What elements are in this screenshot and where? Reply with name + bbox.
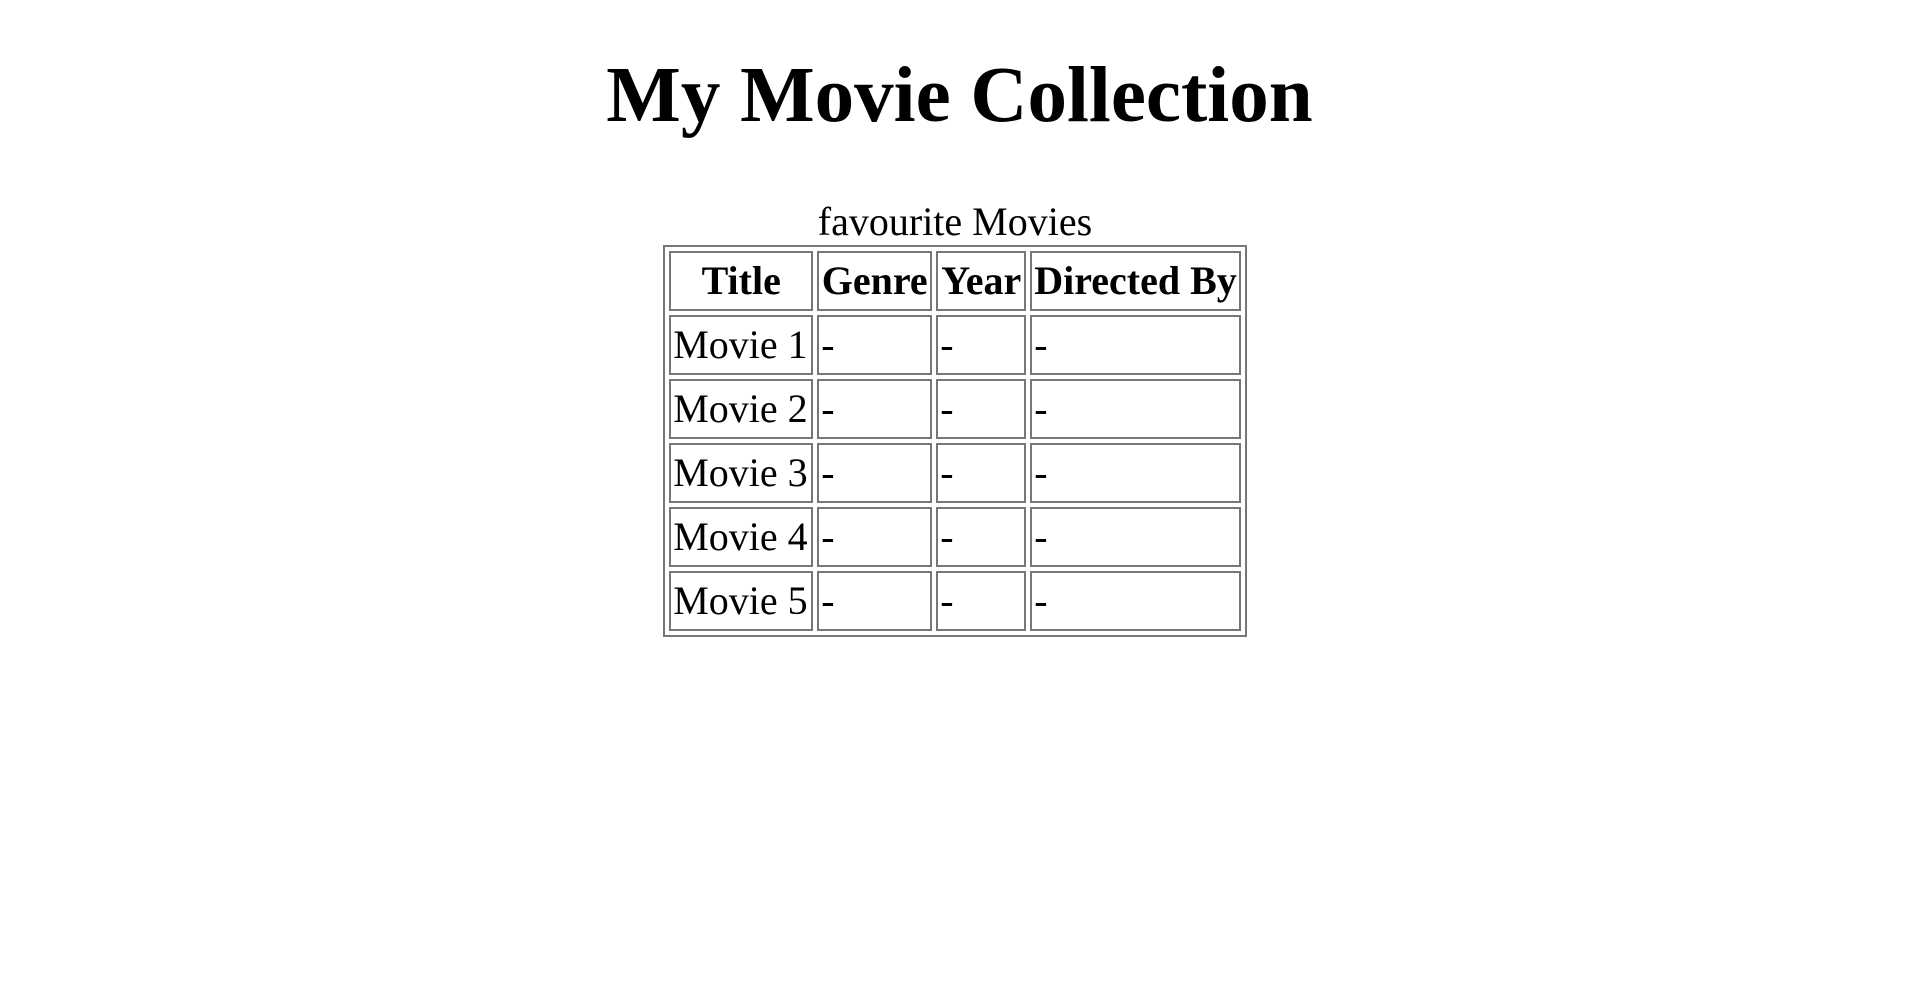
page: My Movie Collection favourite Movies Tit…: [0, 0, 1919, 1008]
cell-title: Movie 3: [669, 443, 814, 503]
table-container: favourite Movies Title Genre Year Direct…: [0, 199, 1919, 637]
cell-genre: -: [817, 507, 933, 567]
cell-year: -: [936, 507, 1027, 567]
cell-directed-by: -: [1030, 571, 1241, 631]
table-row: Movie 3 - - -: [669, 443, 1241, 503]
page-title: My Movie Collection: [606, 52, 1313, 139]
cell-title: Movie 2: [669, 379, 814, 439]
header-title: Title: [669, 251, 814, 311]
cell-title: Movie 4: [669, 507, 814, 567]
cell-genre: -: [817, 443, 933, 503]
table-caption: favourite Movies: [817, 199, 1093, 244]
cell-directed-by: -: [1030, 315, 1241, 375]
table-row: Movie 2 - - -: [669, 379, 1241, 439]
cell-year: -: [936, 379, 1027, 439]
table-row: Movie 5 - - -: [669, 571, 1241, 631]
cell-year: -: [936, 315, 1027, 375]
header-year: Year: [936, 251, 1027, 311]
cell-genre: -: [817, 379, 933, 439]
cell-directed-by: -: [1030, 507, 1241, 567]
cell-title: Movie 5: [669, 571, 814, 631]
cell-directed-by: -: [1030, 379, 1241, 439]
movies-table: favourite Movies Title Genre Year Direct…: [663, 199, 1247, 637]
cell-genre: -: [817, 571, 933, 631]
cell-year: -: [936, 571, 1027, 631]
cell-directed-by: -: [1030, 443, 1241, 503]
header-directed-by: Directed By: [1030, 251, 1241, 311]
cell-title: Movie 1: [669, 315, 814, 375]
cell-year: -: [936, 443, 1027, 503]
table-header-row: Title Genre Year Directed By: [669, 251, 1241, 311]
cell-genre: -: [817, 315, 933, 375]
table-row: Movie 1 - - -: [669, 315, 1241, 375]
table-row: Movie 4 - - -: [669, 507, 1241, 567]
header-genre: Genre: [817, 251, 933, 311]
